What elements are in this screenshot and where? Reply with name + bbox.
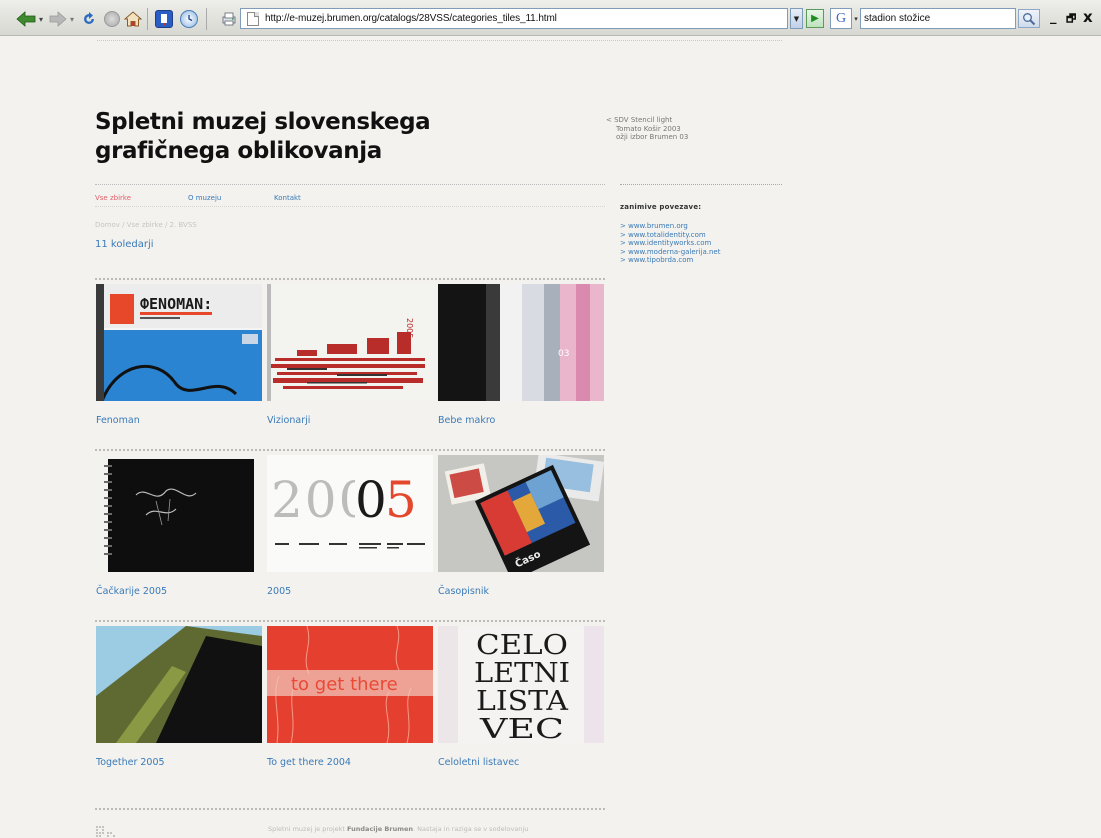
url-input[interactable]	[265, 13, 785, 24]
top-divider	[97, 40, 782, 41]
home-icon[interactable]	[124, 10, 142, 28]
foundation-logo-icon	[96, 823, 118, 838]
url-history-dropdown-icon[interactable]: ▼	[790, 8, 803, 29]
row-divider	[95, 278, 605, 280]
go-icon[interactable]: ▶	[806, 9, 824, 28]
tile-caption: Vizionarji	[267, 415, 311, 426]
links-list: > www.brumen.org > www.totalidentity.com…	[620, 222, 720, 265]
forward-dropdown-icon[interactable]: ▾	[68, 10, 76, 28]
credit-line2: Tomato Košir 2003	[616, 124, 681, 133]
tile-image: 2005 5 0	[267, 455, 433, 572]
credit-line3: ožji izbor Brumen 03	[616, 133, 689, 141]
sidebar-divider	[620, 184, 782, 185]
browser-toolbar: ▾ ▾ ▼ ▶ G ▾ _ 🗗 x	[0, 0, 1101, 36]
nav-top-divider	[95, 184, 605, 185]
to-get-there-cover-text: to get there	[291, 674, 398, 695]
footer-divider	[95, 808, 605, 810]
fenoman-cover-text: ФENOMAN:	[140, 295, 212, 313]
address-bar[interactable]	[240, 8, 788, 29]
toolbar-separator	[206, 8, 207, 30]
tile-image: 2005	[267, 284, 433, 401]
tile-caption: Celoletni listavec	[438, 757, 520, 768]
row-divider	[95, 449, 605, 451]
breadcrumb: Domov / Vse zbirke / 2. BVSS	[95, 221, 197, 229]
link-moderna-galerija[interactable]: > www.moderna-galerija.net	[620, 248, 720, 257]
back-dropdown-icon[interactable]: ▾	[37, 10, 45, 28]
footer-text-post: . Nastaja in raziga se v sodelovanju	[413, 825, 529, 833]
search-input[interactable]	[860, 8, 1016, 29]
collection-count: 11 koledarji	[95, 239, 154, 250]
search-engine-icon[interactable]: G	[830, 8, 852, 29]
tile-caption: To get there 2004	[267, 757, 351, 768]
bebe-cover-text: 03	[558, 349, 569, 359]
vizionarji-cover-text: 2005	[405, 318, 414, 338]
tile-celoletni-listavec[interactable]: CELO LETNI LISTA VEC Celoletni listavec	[438, 626, 604, 768]
tile-cackarije[interactable]: Čačkarije 2005	[96, 455, 262, 597]
footer-text: Spletni muzej je projekt Fundacije Brume…	[268, 825, 528, 833]
tile-bebe-makro[interactable]: 03 Bebe makro	[438, 284, 604, 426]
tile-caption: Čačkarije 2005	[96, 586, 168, 597]
tile-image: 03	[438, 284, 604, 401]
stop-icon[interactable]	[104, 11, 120, 27]
nav-about[interactable]: O muzeju	[188, 194, 221, 202]
tile-2005[interactable]: 2005 5 0 2005	[267, 455, 433, 597]
link-identityworks[interactable]: > www.identityworks.com	[620, 239, 720, 248]
tile-image	[96, 455, 262, 572]
site-title-line1: Spletni muzej slovenskega	[95, 109, 431, 135]
tile-fenoman[interactable]: ФENOMAN: Fenoman	[96, 284, 262, 426]
bookmarks-icon[interactable]	[155, 10, 173, 28]
tile-image: CELO LETNI LISTA VEC	[438, 626, 604, 743]
footer-text-pre: Spletni muzej je projekt	[268, 825, 348, 833]
cover-line-letni: LETNI	[474, 658, 570, 689]
footer-foundation-link[interactable]: Fundacije Brumen	[347, 825, 413, 833]
forward-icon[interactable]	[49, 10, 67, 28]
font-credit: < SDV Stencil light Tomato Košir 2003 ož…	[606, 116, 786, 142]
cover-line-vec: VEC	[479, 714, 564, 743]
cover-line-lista: LISTA	[476, 686, 569, 717]
tile-caption: Fenoman	[96, 415, 140, 426]
cover-line-celo: CELO	[476, 630, 568, 661]
tile-vizionarji[interactable]: 2005 Vizionarji	[267, 284, 433, 426]
nav-contact[interactable]: Kontakt	[274, 194, 301, 202]
tile-image	[96, 626, 262, 743]
tile-image: ФENOMAN:	[96, 284, 262, 401]
site-title: Spletni muzej slovenskega grafičnega obl…	[95, 108, 525, 166]
link-totalidentity[interactable]: > www.totalidentity.com	[620, 231, 720, 240]
page-icon	[247, 11, 259, 26]
tile-casopisnik[interactable]: Časo Časopisnik	[438, 455, 604, 597]
svg-text:0: 0	[355, 471, 387, 529]
links-title: zanimive povezave:	[620, 203, 702, 211]
tile-caption: Časopisnik	[438, 586, 489, 597]
history-icon[interactable]	[180, 10, 198, 28]
search-engine-dropdown-icon[interactable]: ▾	[852, 8, 860, 29]
tile-together-2005[interactable]: Together 2005	[96, 626, 262, 768]
nav-all-collections[interactable]: Vse zbirke	[95, 194, 131, 202]
tile-image: to get there	[267, 626, 433, 743]
nav-bottom-divider	[95, 206, 605, 207]
close-icon[interactable]: x	[1083, 8, 1093, 26]
tile-caption: 2005	[267, 586, 292, 597]
tile-to-get-there[interactable]: to get there To get there 2004	[267, 626, 433, 768]
toolbar-separator	[147, 8, 148, 30]
link-tipobrda[interactable]: > www.tipobrda.com	[620, 256, 720, 265]
tile-caption: Bebe makro	[438, 415, 496, 426]
tile-caption: Together 2005	[96, 757, 165, 768]
maximize-icon[interactable]: 🗗	[1066, 10, 1076, 29]
tile-image: Časo	[438, 455, 604, 572]
minimize-icon[interactable]: _	[1050, 10, 1057, 25]
search-icon[interactable]	[1018, 9, 1040, 28]
reload-icon[interactable]	[80, 10, 98, 28]
back-icon[interactable]	[16, 10, 36, 28]
site-title-line2: grafičnega oblikovanja	[95, 138, 382, 164]
svg-text:5: 5	[385, 471, 417, 529]
credit-line1: < SDV Stencil light	[606, 116, 673, 124]
print-icon[interactable]	[220, 10, 238, 28]
row-divider	[95, 620, 605, 622]
link-brumen[interactable]: > www.brumen.org	[620, 222, 720, 231]
